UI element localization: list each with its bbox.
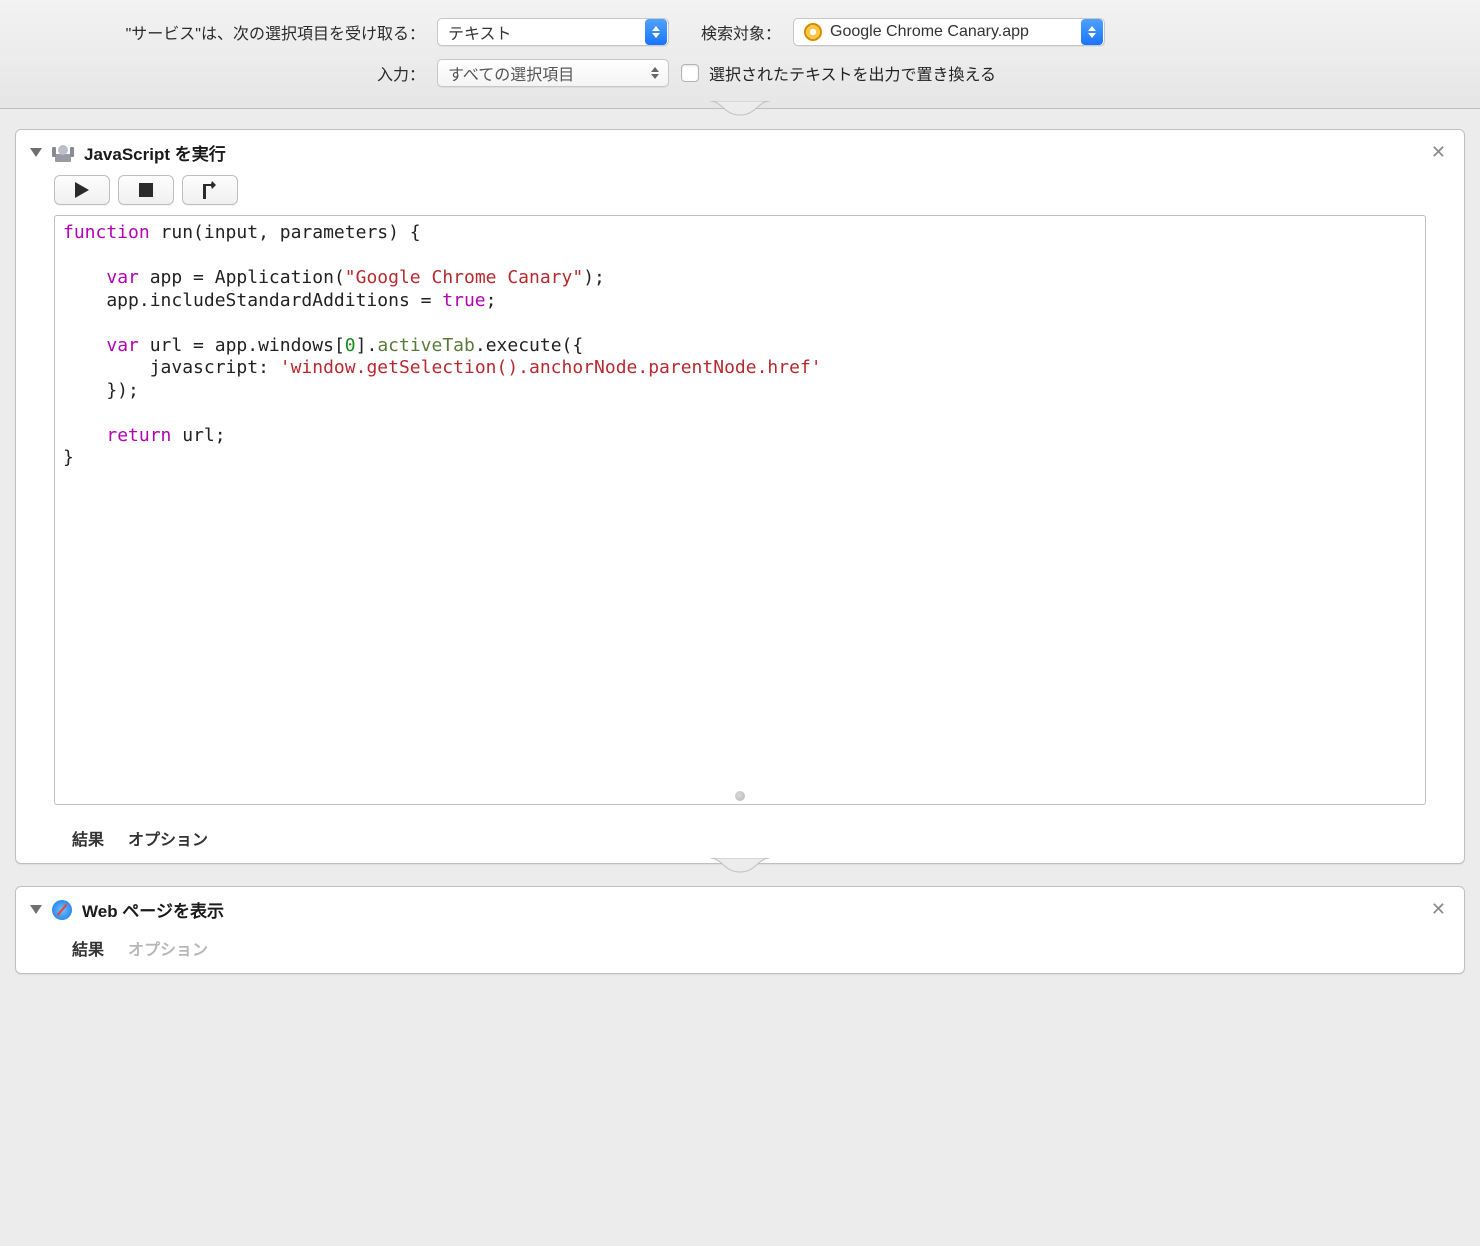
hammer-icon	[200, 181, 220, 199]
action-run-javascript: JavaScript を実行 ✕ function run(input, par…	[15, 129, 1465, 864]
run-button[interactable]	[54, 175, 110, 205]
options-tab: オプション	[128, 936, 208, 960]
options-tab[interactable]: オプション	[128, 826, 208, 850]
replace-output-checkbox[interactable]	[681, 64, 699, 82]
action-display-webpage: Web ページを表示 ✕ 結果 オプション	[15, 886, 1465, 974]
input-select[interactable]: すべての選択項目	[437, 59, 669, 87]
search-in-label: 検索対象：	[681, 20, 781, 44]
chevron-updown-icon	[648, 67, 662, 79]
chevron-updown-icon	[1081, 19, 1103, 45]
stop-button[interactable]	[118, 175, 174, 205]
replace-output-label: 選択されたテキストを出力で置き換える	[709, 61, 996, 85]
script-editor[interactable]: function run(input, parameters) { var ap…	[54, 215, 1426, 805]
service-receives-select[interactable]: テキスト	[437, 18, 669, 46]
service-receives-value: テキスト	[448, 20, 644, 44]
action-title: JavaScript を実行	[84, 140, 226, 165]
close-icon[interactable]: ✕	[1427, 142, 1450, 163]
service-receives-label: "サービス"は、次の選択項目を受け取る：	[0, 20, 425, 44]
results-tab[interactable]: 結果	[72, 826, 104, 850]
workflow-connector-icon	[710, 858, 770, 878]
action-title: Web ページを表示	[82, 897, 224, 922]
workflow-header: "サービス"は、次の選択項目を受け取る： テキスト 検索対象： Google C…	[0, 0, 1480, 109]
compile-button[interactable]	[182, 175, 238, 205]
safari-icon	[52, 900, 72, 920]
play-icon	[75, 182, 89, 198]
chevron-updown-icon	[645, 19, 667, 45]
close-icon[interactable]: ✕	[1427, 899, 1450, 920]
workflow-input-notch-icon	[710, 101, 770, 121]
search-in-value: Google Chrome Canary.app	[830, 23, 1080, 41]
automator-icon	[52, 142, 74, 164]
stop-icon	[139, 183, 153, 197]
results-tab[interactable]: 結果	[72, 936, 104, 960]
input-label: 入力：	[0, 61, 425, 85]
workflow-canvas: JavaScript を実行 ✕ function run(input, par…	[0, 109, 1480, 1006]
disclosure-triangle-icon[interactable]	[30, 148, 42, 157]
search-in-select[interactable]: Google Chrome Canary.app	[793, 18, 1105, 46]
script-toolbar	[16, 175, 1464, 215]
script-source[interactable]: function run(input, parameters) { var ap…	[55, 216, 1425, 476]
disclosure-triangle-icon[interactable]	[30, 905, 42, 914]
resize-grip-icon[interactable]	[735, 791, 745, 801]
chrome-canary-icon	[804, 23, 822, 41]
input-value: すべての選択項目	[448, 61, 648, 85]
